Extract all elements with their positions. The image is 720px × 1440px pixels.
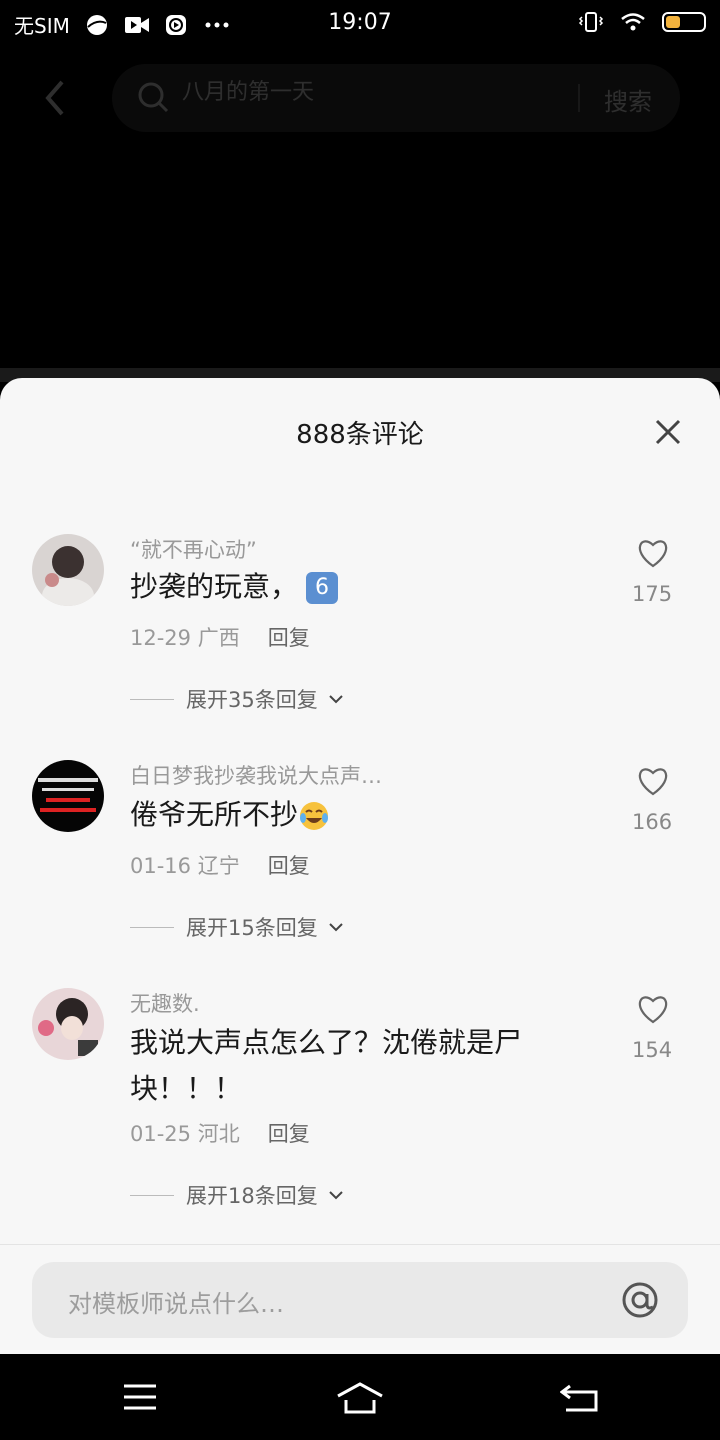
expand-label: 展开35条回复 [186,688,318,712]
avatar[interactable] [32,988,104,1060]
comment-author[interactable]: 白日梦我抄袭我说大点声… [130,760,382,790]
like-count: 154 [632,1038,673,1062]
battery-icon [662,12,706,32]
back-icon[interactable] [40,78,70,118]
search-placeholder: 八月的第一天 [182,80,315,105]
comment-meta: 01-25 河北 回复 [130,1118,310,1148]
status-bar: 无SIM 19:07 [0,0,720,46]
system-nav-bar [0,1354,720,1440]
keycap-six-emoji: 6 [306,572,339,604]
search-button[interactable]: 搜索 [604,82,652,117]
expand-line [130,1194,174,1196]
search-icon [138,82,169,113]
comment-text: 抄袭的玩意， 6 [130,564,570,610]
menu-icon[interactable] [122,1382,158,1412]
expand-label: 展开18条回复 [186,1184,318,1208]
chevron-down-icon [329,923,343,932]
comment-text-line: 块！！！ [130,1072,243,1105]
expand-label: 展开15条回复 [186,916,318,940]
heart-icon[interactable] [636,992,670,1026]
search-bar[interactable]: 八月的第一天 搜索 [112,64,680,132]
back-nav-icon[interactable] [560,1382,600,1412]
wifi-icon [621,13,645,31]
sheet-title: 888条评论 [296,420,424,450]
chevron-down-icon [329,1191,343,1200]
comment-text: 我说大声点怎么了？沈倦就是尸 块！！！ [130,1020,570,1112]
comment-input[interactable]: 对模板师说点什么… [32,1262,688,1338]
comment-author[interactable]: 无趣数. [130,988,200,1018]
close-icon[interactable] [654,418,682,446]
comment-date: 01-25 [130,1122,192,1146]
comment-text: 倦爷无所不抄 [130,792,570,838]
expand-line [130,698,174,700]
comment-meta: 01-16 辽宁 回复 [130,850,310,880]
comment-date: 12-29 [130,626,192,650]
comment-text-line: 我说大声点怎么了？沈倦就是尸 [130,1026,523,1059]
expand-replies-button[interactable]: 展开15条回复 [130,912,344,942]
comment-location: 河北 [197,1122,240,1146]
avatar[interactable] [32,760,104,832]
like-count: 166 [632,810,673,834]
vibrate-icon [578,12,604,32]
reply-button[interactable]: 回复 [268,626,310,650]
expand-line [130,926,174,928]
comment-location: 辽宁 [197,854,240,878]
expand-replies-button[interactable]: 展开18条回复 [130,1180,344,1210]
reply-button[interactable]: 回复 [268,854,310,878]
search-divider [578,84,580,112]
input-divider [0,1244,720,1245]
laughing-tears-emoji [300,802,329,830]
mention-icon[interactable] [620,1280,660,1320]
comment-text-content: 抄袭的玩意， [130,570,299,603]
heart-icon[interactable] [636,536,670,570]
chevron-down-icon [329,695,343,704]
comment-meta: 12-29 广西 回复 [130,622,310,652]
avatar[interactable] [32,534,104,606]
home-icon[interactable] [336,1382,384,1414]
search-header: 八月的第一天 搜索 [0,64,720,132]
comment-date: 01-16 [130,854,192,878]
comment-input-placeholder: 对模板师说点什么… [68,1290,284,1318]
expand-replies-button[interactable]: 展开35条回复 [130,684,344,714]
like-count: 175 [632,582,673,606]
comment-author[interactable]: “就不再心动” [130,534,257,564]
comment-sheet: 888条评论 “就不再心动” 抄袭的玩意， 6 12-29 广西 回复 175 展开… [0,378,720,1354]
status-right [578,10,706,34]
comment-location: 广西 [197,626,240,650]
reply-button[interactable]: 回复 [268,1122,310,1146]
heart-icon[interactable] [636,764,670,798]
comment-text-content: 倦爷无所不抄 [130,798,299,831]
